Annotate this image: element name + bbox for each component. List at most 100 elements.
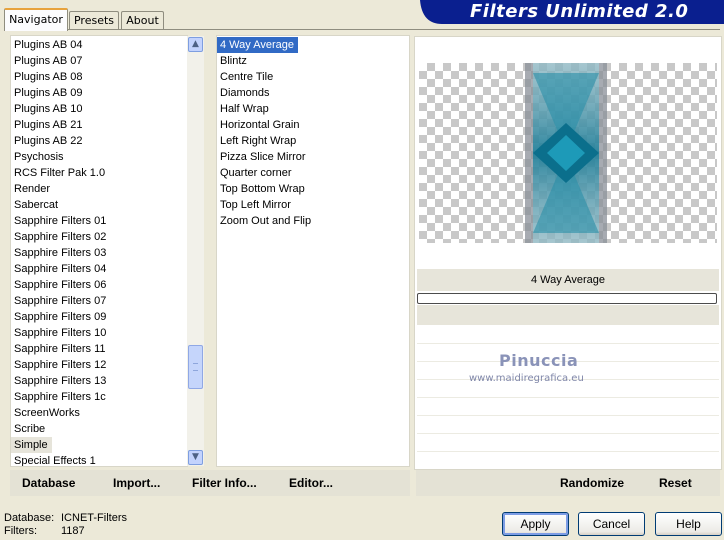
- apply-button[interactable]: Apply: [502, 512, 569, 536]
- category-item[interactable]: Sapphire Filters 03: [11, 245, 187, 261]
- filter-item[interactable]: 4 Way Average: [217, 37, 409, 53]
- category-item[interactable]: Sapphire Filters 09: [11, 309, 187, 325]
- category-item-label: Plugins AB 04: [14, 39, 83, 51]
- help-button[interactable]: Help: [655, 512, 722, 536]
- category-item[interactable]: Sapphire Filters 02: [11, 229, 187, 245]
- filter-item[interactable]: Quarter corner: [217, 165, 409, 181]
- category-item[interactable]: Plugins AB 04: [11, 37, 187, 53]
- scroll-thumb[interactable]: [188, 345, 203, 389]
- filter-item-label: Pizza Slice Mirror: [220, 151, 306, 163]
- category-item[interactable]: Sabercat: [11, 197, 187, 213]
- filter-item-label: Top Bottom Wrap: [220, 183, 305, 195]
- category-item[interactable]: Sapphire Filters 07: [11, 293, 187, 309]
- filter-item-label: Diamonds: [220, 87, 270, 99]
- category-item[interactable]: Render: [11, 181, 187, 197]
- chevron-down-icon: ▼: [192, 452, 199, 462]
- randomize-button[interactable]: Randomize: [560, 476, 624, 490]
- filter-item-label: Half Wrap: [220, 103, 269, 115]
- filter-item-label: Centre Tile: [220, 71, 274, 83]
- filter-item[interactable]: Zoom Out and Flip: [217, 213, 409, 229]
- tab-about[interactable]: About: [121, 11, 164, 29]
- database-button[interactable]: Database: [22, 476, 75, 490]
- category-item-label: Sapphire Filters 01: [14, 215, 107, 227]
- tab-presets[interactable]: Presets: [69, 11, 119, 29]
- filter-item-label: Horizontal Grain: [220, 119, 300, 131]
- filter-item-label: Zoom Out and Flip: [220, 215, 312, 227]
- category-item-label: Plugins AB 22: [14, 135, 83, 147]
- category-item[interactable]: Sapphire Filters 13: [11, 373, 187, 389]
- category-item[interactable]: Plugins AB 09: [11, 85, 187, 101]
- category-item[interactable]: Plugins AB 10: [11, 101, 187, 117]
- category-item-label: Sapphire Filters 03: [14, 247, 107, 259]
- tab-divider: [4, 29, 720, 30]
- scroll-down-button[interactable]: ▼: [188, 450, 203, 465]
- database-label: Database:: [4, 512, 55, 524]
- database-value: ICNET-Filters: [61, 512, 127, 524]
- category-item[interactable]: Plugins AB 07: [11, 53, 187, 69]
- preview-panel: 4 Way Average Pinuccia www.maidiregrafic…: [414, 36, 722, 470]
- category-item-label: Simple: [11, 437, 52, 453]
- filter-item[interactable]: Top Bottom Wrap: [217, 181, 409, 197]
- category-item[interactable]: Sapphire Filters 11: [11, 341, 187, 357]
- category-item[interactable]: Sapphire Filters 04: [11, 261, 187, 277]
- category-item-label: Plugins AB 09: [14, 87, 83, 99]
- filter-item[interactable]: Diamonds: [217, 85, 409, 101]
- category-item[interactable]: RCS Filter Pak 1.0: [11, 165, 187, 181]
- category-item-label: Plugins AB 07: [14, 55, 83, 67]
- category-item-label: Render: [14, 183, 51, 195]
- category-item[interactable]: Psychosis: [11, 149, 187, 165]
- category-item-label: Sapphire Filters 04: [14, 263, 107, 275]
- tab-navigator[interactable]: Navigator: [4, 8, 68, 31]
- category-item[interactable]: Plugins AB 08: [11, 69, 187, 85]
- parameter-row: [417, 305, 719, 325]
- category-item[interactable]: Sapphire Filters 1c: [11, 389, 187, 405]
- app-title: Filters Unlimited 2.0: [470, 1, 689, 22]
- filter-item[interactable]: Half Wrap: [217, 101, 409, 117]
- category-item-label: Sapphire Filters 09: [14, 311, 107, 323]
- filter-item-label: Quarter corner: [220, 167, 292, 179]
- category-item-label: Sapphire Filters 07: [14, 295, 107, 307]
- import-button[interactable]: Import...: [113, 476, 160, 490]
- category-item[interactable]: Plugins AB 22: [11, 133, 187, 149]
- category-item-label: ScreenWorks: [14, 407, 80, 419]
- category-item[interactable]: Simple: [11, 437, 187, 453]
- category-item[interactable]: Special Effects 1: [11, 453, 187, 466]
- divider: [417, 415, 719, 416]
- filter-item[interactable]: Pizza Slice Mirror: [217, 149, 409, 165]
- category-item[interactable]: Sapphire Filters 01: [11, 213, 187, 229]
- filters-count: 1187: [61, 525, 85, 537]
- category-item-label: Sapphire Filters 12: [14, 359, 107, 371]
- reset-button[interactable]: Reset: [659, 476, 692, 490]
- filter-item[interactable]: Horizontal Grain: [217, 117, 409, 133]
- scroll-up-button[interactable]: ▲: [188, 37, 203, 52]
- filter-item[interactable]: Centre Tile: [217, 69, 409, 85]
- category-item[interactable]: Sapphire Filters 12: [11, 357, 187, 373]
- preview-image: [419, 63, 717, 243]
- category-item[interactable]: Sapphire Filters 10: [11, 325, 187, 341]
- chevron-up-icon: ▲: [192, 39, 199, 49]
- category-item-label: Sapphire Filters 10: [14, 327, 107, 339]
- watermark-url: www.maidiregrafica.eu: [469, 373, 584, 384]
- filter-item[interactable]: Top Left Mirror: [217, 197, 409, 213]
- filter-info-button[interactable]: Filter Info...: [192, 476, 257, 490]
- category-item[interactable]: Sapphire Filters 06: [11, 277, 187, 293]
- filter-item[interactable]: Blintz: [217, 53, 409, 69]
- category-scrollbar[interactable]: ▲ ▼: [187, 36, 204, 466]
- title-banner: Filters Unlimited 2.0: [420, 0, 724, 24]
- category-list[interactable]: Plugins AB 04 Plugins AB 07 Plugins AB 08 P…: [10, 35, 188, 467]
- parameter-slider[interactable]: [417, 293, 717, 304]
- category-item[interactable]: Plugins AB 21: [11, 117, 187, 133]
- category-item[interactable]: ScreenWorks: [11, 405, 187, 421]
- category-item-label: Scribe: [14, 423, 46, 435]
- category-item[interactable]: Scribe: [11, 421, 187, 437]
- filter-list[interactable]: 4 Way Average Blintz Centre Tile Diamonds Ha…: [216, 35, 410, 467]
- filter-item-label: Top Left Mirror: [220, 199, 291, 211]
- category-item-label: Plugins AB 21: [14, 119, 83, 131]
- filter-item[interactable]: Left Right Wrap: [217, 133, 409, 149]
- category-item-label: Plugins AB 10: [14, 103, 83, 115]
- category-item-label: Sapphire Filters 1c: [14, 391, 106, 403]
- cancel-button[interactable]: Cancel: [578, 512, 645, 536]
- editor-button[interactable]: Editor...: [289, 476, 333, 490]
- filters-label: Filters:: [4, 525, 37, 537]
- divider: [417, 451, 719, 452]
